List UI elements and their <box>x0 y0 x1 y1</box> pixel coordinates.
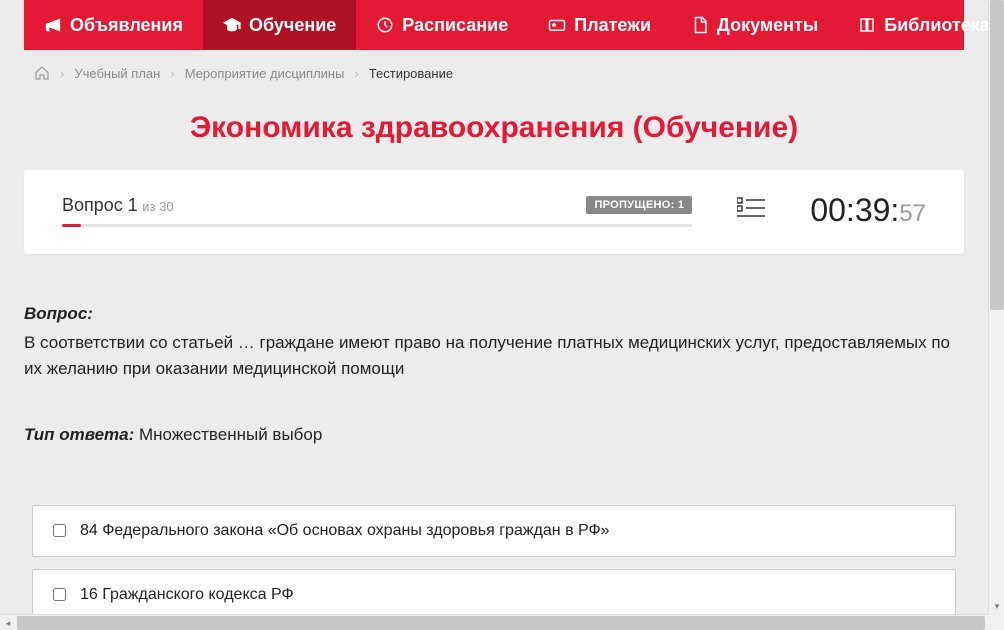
answer-text: 84 Федерального закона «Об основах охран… <box>80 522 610 540</box>
answer-text: 16 Гражданского кодекса РФ <box>80 586 294 604</box>
document-icon <box>691 16 709 34</box>
nav-label: Обучение <box>249 15 336 36</box>
timer-main: 00:39: <box>810 192 899 228</box>
question-label: Вопрос: <box>24 304 93 323</box>
answer-checkbox[interactable] <box>53 524 66 537</box>
question-body: Вопрос: В соответствии со статьей … граж… <box>24 254 964 614</box>
list-icon <box>737 196 765 220</box>
card-icon <box>548 16 566 34</box>
book-icon <box>858 16 876 34</box>
question-text: В соответствии со статьей … граждане име… <box>24 330 964 383</box>
answer-checkbox[interactable] <box>53 588 66 601</box>
answer-type-label: Тип ответа: <box>24 425 134 444</box>
answer-option[interactable]: 84 Федерального закона «Об основах охран… <box>32 505 956 557</box>
breadcrumb-item[interactable]: Учебный план <box>74 66 160 81</box>
top-nav: Объявления Обучение Расписание Платежи Д… <box>24 0 964 50</box>
nav-education[interactable]: Обучение <box>203 0 356 50</box>
question-list-button[interactable] <box>692 196 810 225</box>
question-panel: Вопрос 1 из 30 ПРОПУЩЕНО: 1 <box>24 170 964 254</box>
nav-announcements[interactable]: Объявления <box>24 0 203 50</box>
chevron-right-icon: › <box>354 66 358 81</box>
timer: 00:39:57 <box>810 192 926 229</box>
megaphone-icon <box>44 16 62 34</box>
scrollbar-thumb[interactable] <box>990 0 1004 310</box>
nav-label: Документы <box>717 15 818 36</box>
page-title: Экономика здравоохранения (Обучение) <box>24 91 964 170</box>
home-icon[interactable] <box>34 65 50 81</box>
clock-icon <box>376 16 394 34</box>
nav-label: Платежи <box>574 15 651 36</box>
answer-option[interactable]: 16 Гражданского кодекса РФ <box>32 569 956 614</box>
nav-label: Объявления <box>70 15 183 36</box>
nav-payments[interactable]: Платежи <box>528 0 671 50</box>
graduation-icon <box>223 16 241 34</box>
breadcrumb-item[interactable]: Мероприятие дисциплины <box>185 66 345 81</box>
answer-type-value: Множественный выбор <box>139 425 322 444</box>
scroll-left-arrow-icon[interactable]: ◂ <box>0 615 16 630</box>
question-info: Вопрос 1 из 30 ПРОПУЩЕНО: 1 <box>62 195 692 227</box>
answers-list: 84 Федерального закона «Об основах охран… <box>24 505 964 614</box>
nav-label: Расписание <box>402 15 508 36</box>
vertical-scrollbar[interactable]: ▴ ▾ <box>988 0 1004 614</box>
timer-seconds: 57 <box>899 200 926 227</box>
question-number: Вопрос 1 <box>62 195 138 215</box>
chevron-right-icon: › <box>60 66 64 81</box>
progress-fill <box>62 224 81 227</box>
scrollbar-thumb[interactable] <box>17 616 985 630</box>
scroll-down-arrow-icon[interactable]: ▾ <box>989 598 1004 614</box>
progress-bar <box>62 224 692 227</box>
nav-schedule[interactable]: Расписание <box>356 0 528 50</box>
horizontal-scrollbar[interactable]: ◂ ▸ <box>0 614 1004 630</box>
scrollbar-corner <box>988 614 1004 630</box>
breadcrumb: › Учебный план › Мероприятие дисциплины … <box>24 50 964 91</box>
nav-label: Библиотека <box>884 15 988 36</box>
nav-documents[interactable]: Документы <box>671 0 838 50</box>
chevron-right-icon: › <box>170 66 174 81</box>
nav-library[interactable]: Библиотека <box>838 0 988 50</box>
skipped-badge: ПРОПУЩЕНО: 1 <box>586 196 692 214</box>
question-total: из 30 <box>142 199 173 214</box>
breadcrumb-current: Тестирование <box>369 66 453 81</box>
